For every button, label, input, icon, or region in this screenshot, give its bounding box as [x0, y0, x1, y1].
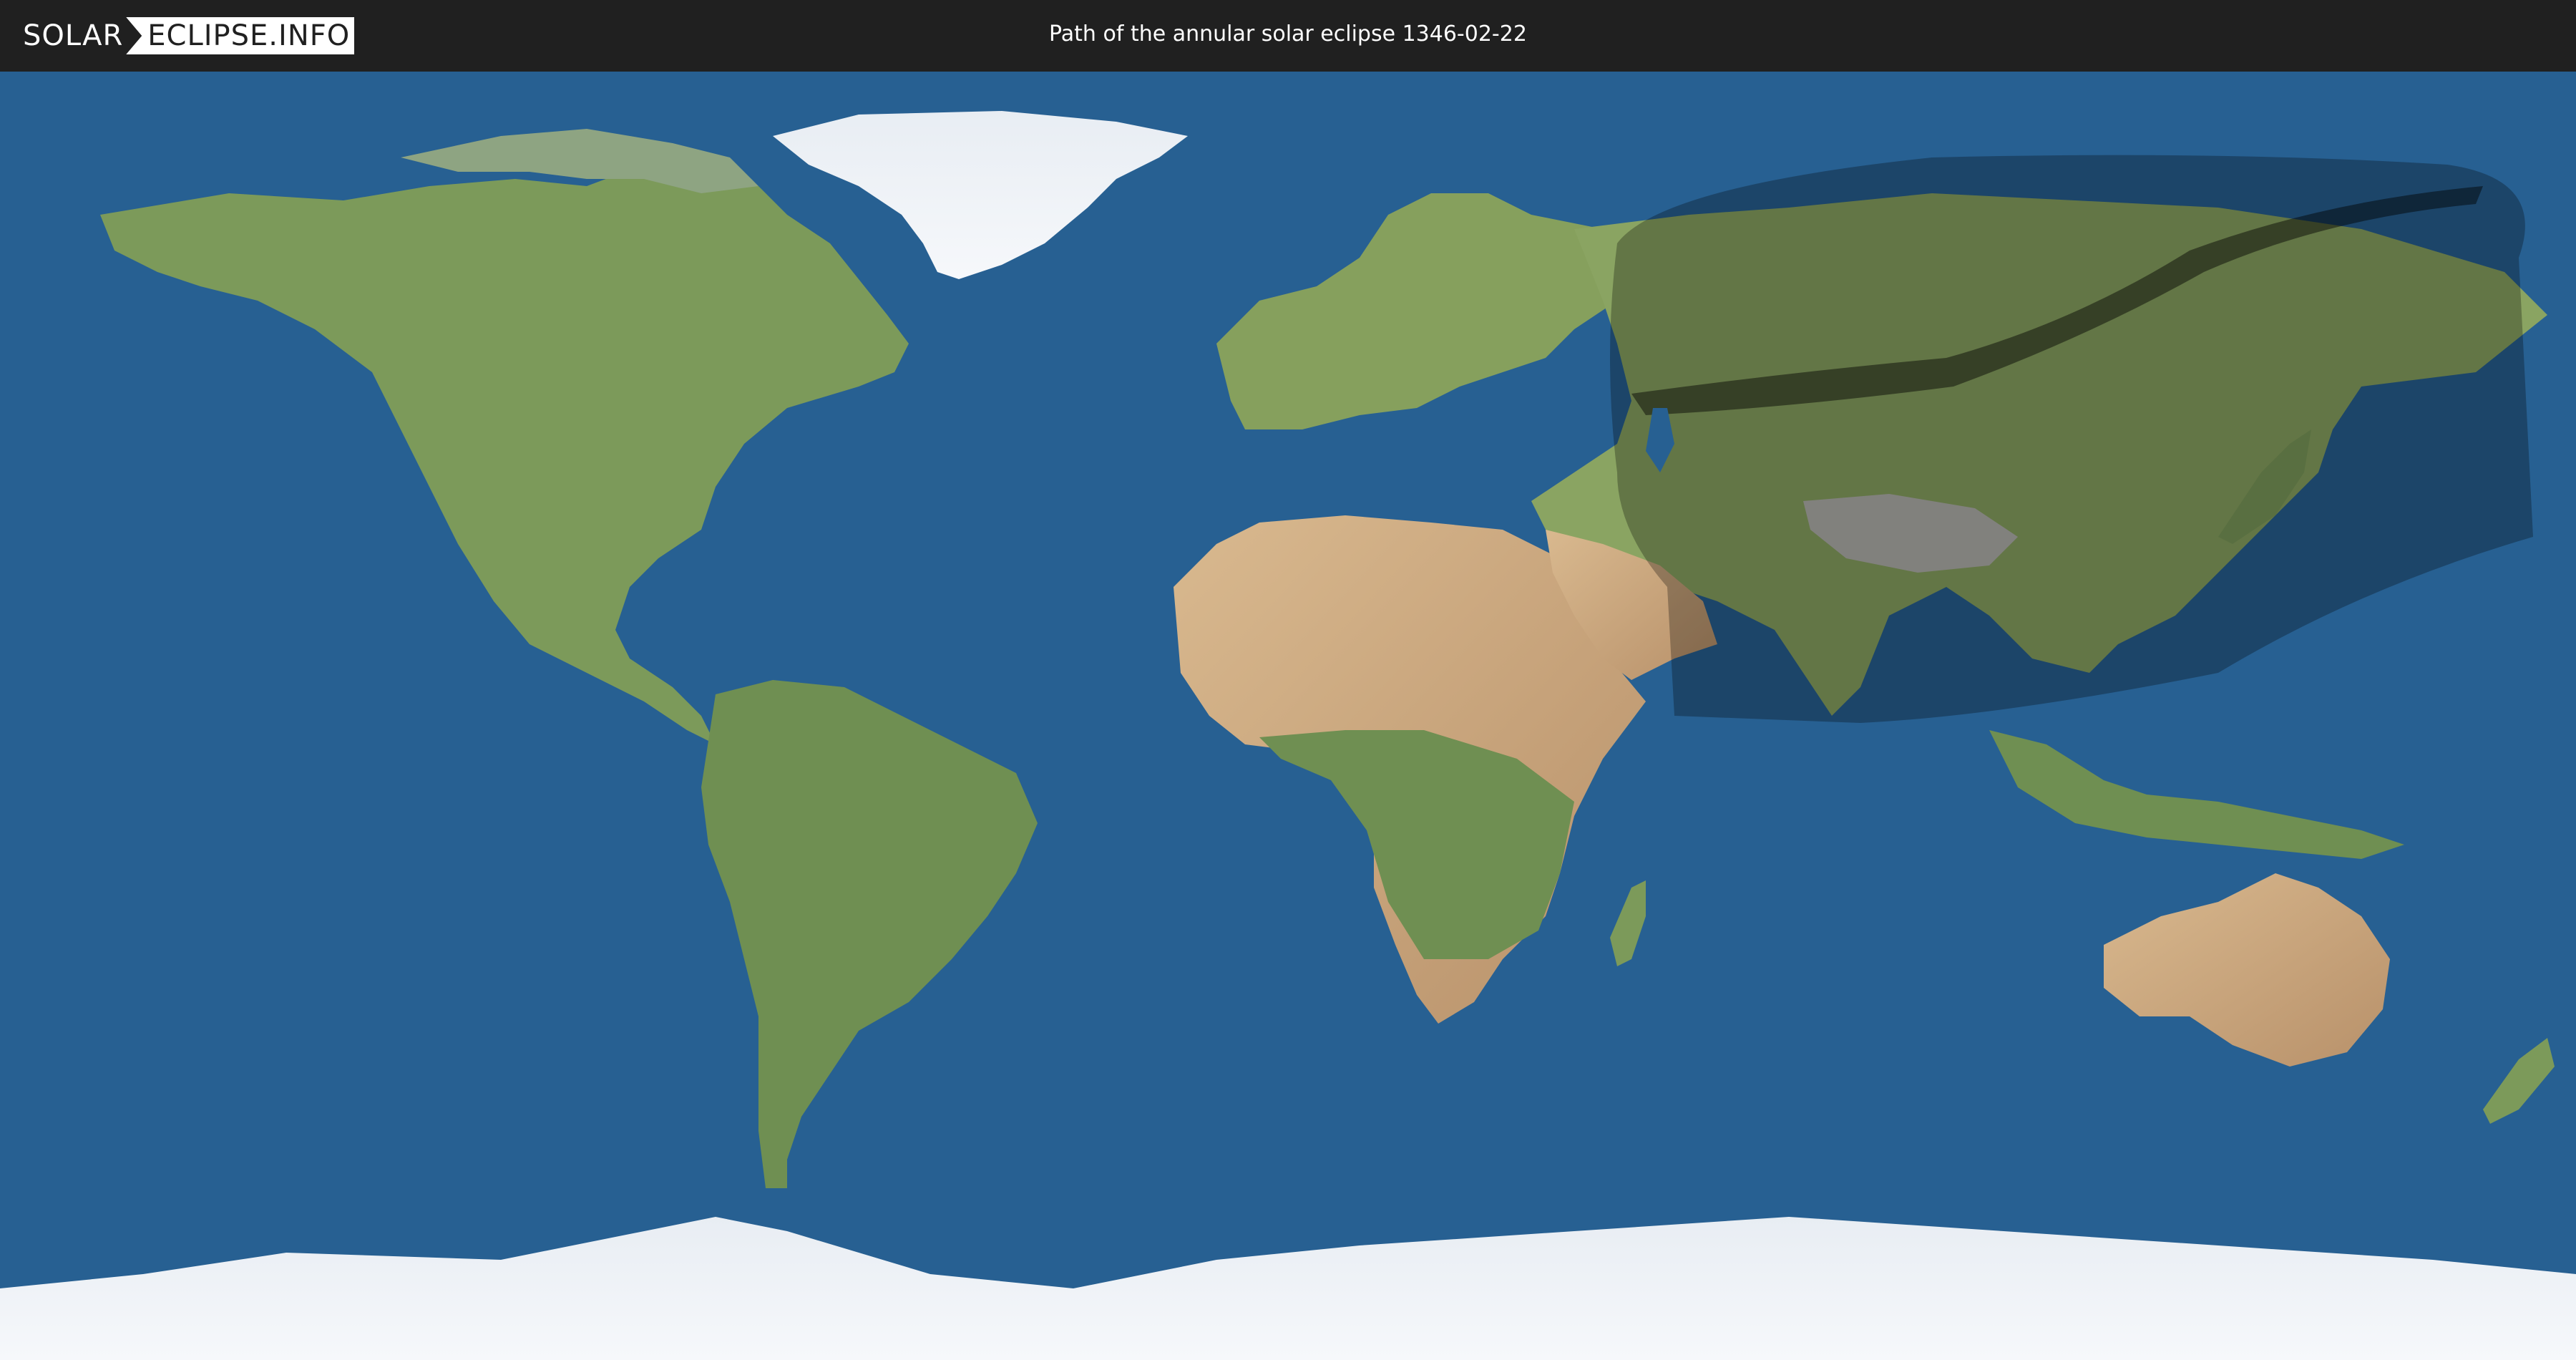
top-bar: SOLAR ECLIPSE.INFO Path of the annular s… — [0, 0, 2576, 72]
world-map[interactable] — [0, 72, 2576, 1360]
page-title: Path of the annular solar eclipse 1346-0… — [1049, 21, 1527, 47]
world-map-svg — [0, 72, 2576, 1360]
